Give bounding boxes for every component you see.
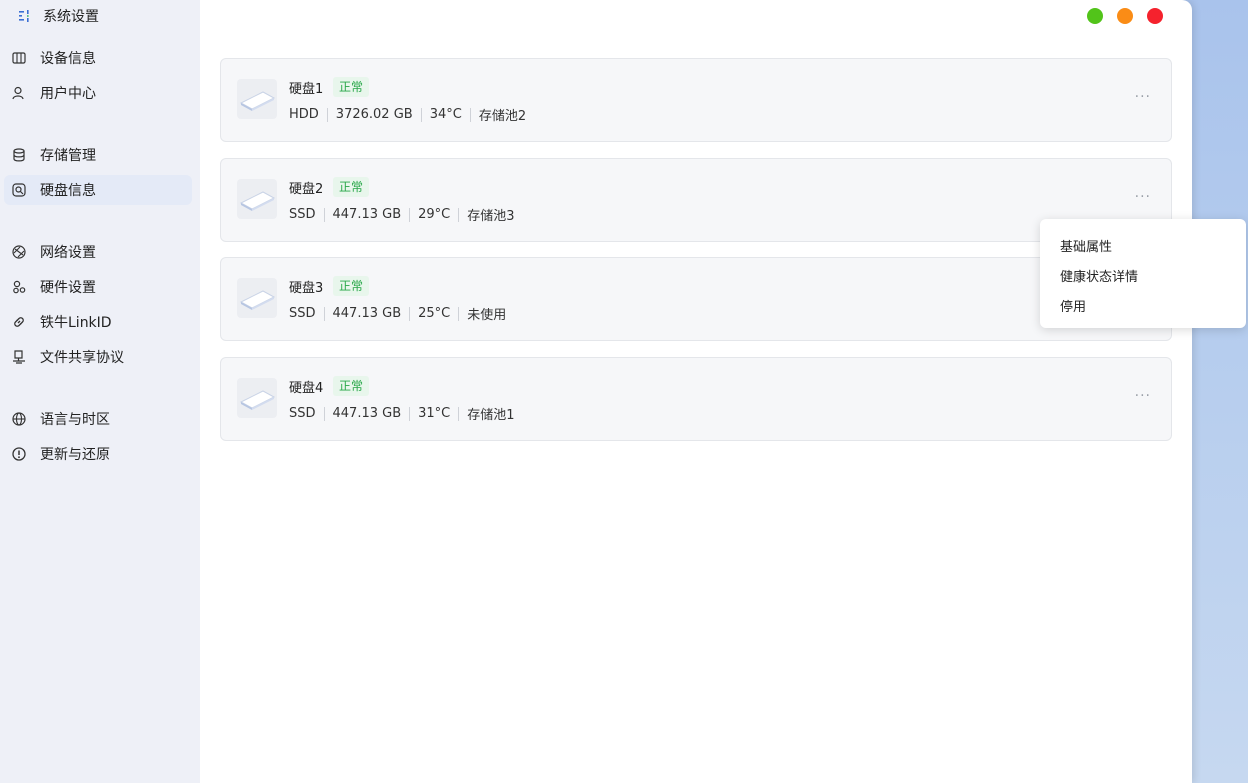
disk-capacity: 447.13 GB xyxy=(332,207,402,222)
sidebar-item-file-share[interactable]: 文件共享协议 xyxy=(4,342,192,372)
maximize-button[interactable] xyxy=(1087,8,1103,24)
sidebar: 系统设置 设备信息 用户中心 存储管理 硬盘信息 网络设置 硬件设置 铁牛Lin… xyxy=(0,0,200,783)
divider xyxy=(458,306,460,321)
disk-temperature: 25°C xyxy=(418,306,451,321)
disk-pool: 存储池2 xyxy=(478,109,527,124)
divider xyxy=(323,207,325,222)
disk-meta: SSD 447.13 GB 31°C 存储池1 xyxy=(289,404,515,423)
disk-capacity: 447.13 GB xyxy=(332,306,402,321)
update-icon xyxy=(12,447,26,461)
sidebar-item-label: 硬件设置 xyxy=(40,280,96,296)
app-logo-icon xyxy=(18,8,34,24)
divider xyxy=(323,406,325,421)
divider xyxy=(469,107,471,122)
sidebar-item-linkid[interactable]: 铁牛LinkID xyxy=(4,307,192,337)
status-badge: 正常 xyxy=(333,77,370,97)
disk-drive-icon xyxy=(237,278,277,318)
device-info-icon xyxy=(12,51,26,65)
disk-type: SSD xyxy=(289,306,316,321)
sidebar-item-network[interactable]: 网络设置 xyxy=(4,237,192,267)
sidebar-item-label: 铁牛LinkID xyxy=(40,315,112,331)
disk-name: 硬盘4 xyxy=(289,381,324,396)
sidebar-item-disk-info[interactable]: 硬盘信息 xyxy=(4,175,192,205)
disk-name: 硬盘2 xyxy=(289,182,324,197)
context-menu: 基础属性 健康状态详情 停用 xyxy=(1040,219,1246,328)
link-icon xyxy=(12,315,26,329)
sidebar-item-label: 存储管理 xyxy=(40,148,96,164)
divider xyxy=(323,306,325,321)
menu-item-disable[interactable]: 停用 xyxy=(1060,296,1086,315)
sidebar-item-label: 网络设置 xyxy=(40,245,96,261)
sidebar-item-hardware[interactable]: 硬件设置 xyxy=(4,272,192,302)
status-badge: 正常 xyxy=(333,177,370,197)
sidebar-item-label: 用户中心 xyxy=(40,86,96,102)
sidebar-item-label: 语言与时区 xyxy=(40,412,110,428)
divider xyxy=(409,406,411,421)
disk-temperature: 31°C xyxy=(418,406,451,421)
disk-card[interactable]: 硬盘2 正常 SSD 447.13 GB 29°C 存储池3 ··· xyxy=(220,158,1172,242)
sidebar-item-user-center[interactable]: 用户中心 xyxy=(4,78,192,108)
disk-type: SSD xyxy=(289,406,316,421)
divider xyxy=(420,107,422,122)
disk-meta: HDD 3726.02 GB 34°C 存储池2 xyxy=(289,105,526,124)
divider xyxy=(458,406,460,421)
disk-pool: 存储池1 xyxy=(467,408,515,423)
sidebar-item-label: 更新与还原 xyxy=(40,447,110,463)
disk-name: 硬盘1 xyxy=(289,82,324,97)
app-title: 系统设置 xyxy=(18,5,99,27)
network-icon xyxy=(12,245,26,259)
settings-window: 系统设置 设备信息 用户中心 存储管理 硬盘信息 网络设置 硬件设置 铁牛Lin… xyxy=(0,0,1192,783)
divider xyxy=(458,207,460,222)
divider xyxy=(409,306,411,321)
disk-drive-icon xyxy=(237,79,277,119)
disk-type: SSD xyxy=(289,207,316,222)
more-options-button[interactable]: ··· xyxy=(1135,189,1151,205)
disk-capacity: 447.13 GB xyxy=(332,406,402,421)
sidebar-item-label: 设备信息 xyxy=(40,51,96,67)
hardware-icon xyxy=(12,280,26,294)
disk-meta: SSD 447.13 GB 29°C 存储池3 xyxy=(289,205,515,224)
database-icon xyxy=(12,148,26,162)
menu-item-health-details[interactable]: 健康状态详情 xyxy=(1060,266,1138,285)
sidebar-item-language-timezone[interactable]: 语言与时区 xyxy=(4,404,192,434)
disk-temperature: 29°C xyxy=(418,207,451,222)
sidebar-item-label: 硬盘信息 xyxy=(40,183,96,199)
share-icon xyxy=(12,350,26,364)
globe-icon xyxy=(12,412,26,426)
more-options-button[interactable]: ··· xyxy=(1135,89,1151,105)
disk-drive-icon xyxy=(237,179,277,219)
disk-meta: SSD 447.13 GB 25°C 未使用 xyxy=(289,304,506,323)
window-controls xyxy=(1087,8,1163,24)
close-button[interactable] xyxy=(1147,8,1163,24)
sidebar-item-update-restore[interactable]: 更新与还原 xyxy=(4,439,192,469)
sidebar-item-label: 文件共享协议 xyxy=(40,350,124,366)
app-title-text: 系统设置 xyxy=(43,9,99,25)
disk-pool: 未使用 xyxy=(467,308,507,323)
disk-card[interactable]: 硬盘3 正常 SSD 447.13 GB 25°C 未使用 ··· xyxy=(220,257,1172,341)
menu-item-basic-properties[interactable]: 基础属性 xyxy=(1060,236,1112,255)
sidebar-item-device-info[interactable]: 设备信息 xyxy=(4,43,192,73)
status-badge: 正常 xyxy=(333,376,370,396)
disk-card[interactable]: 硬盘1 正常 HDD 3726.02 GB 34°C 存储池2 ··· xyxy=(220,58,1172,142)
disk-name: 硬盘3 xyxy=(289,281,324,296)
divider xyxy=(409,207,411,222)
disk-card[interactable]: 硬盘4 正常 SSD 447.13 GB 31°C 存储池1 ··· xyxy=(220,357,1172,441)
user-icon xyxy=(12,86,26,100)
disk-temperature: 34°C xyxy=(429,107,462,122)
minimize-button[interactable] xyxy=(1117,8,1133,24)
status-badge: 正常 xyxy=(333,276,370,296)
disk-capacity: 3726.02 GB xyxy=(335,107,413,122)
divider xyxy=(326,107,328,122)
disk-type: HDD xyxy=(289,107,319,122)
disk-search-icon xyxy=(12,183,26,197)
disk-drive-icon xyxy=(237,378,277,418)
sidebar-item-storage[interactable]: 存储管理 xyxy=(4,140,192,170)
more-options-button[interactable]: ··· xyxy=(1135,388,1151,404)
disk-pool: 存储池3 xyxy=(467,209,515,224)
